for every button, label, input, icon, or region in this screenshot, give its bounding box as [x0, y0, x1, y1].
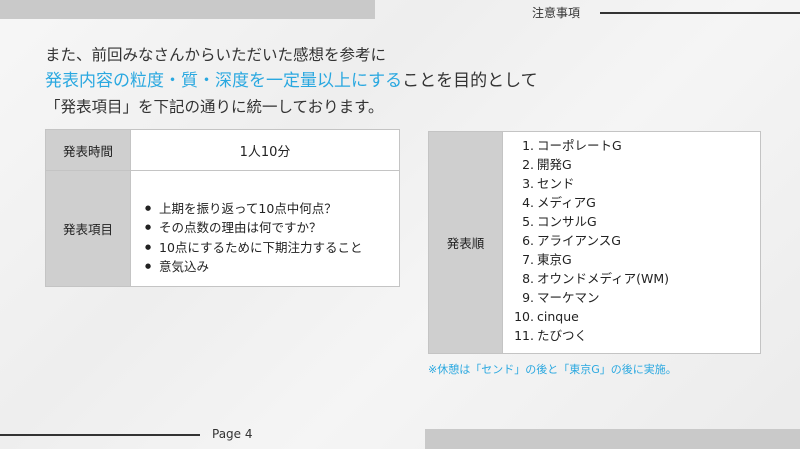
break-note: ※休憩は「センド」の後と「東京G」の後に実施。	[428, 363, 677, 376]
order-name: cinque	[537, 309, 579, 324]
header-label: 注意事項	[532, 6, 581, 20]
order-number: 5.	[522, 214, 534, 229]
list-item: 7. 東京G	[513, 250, 760, 269]
order-name: アライアンスG	[537, 233, 621, 248]
list-item: 6. アライアンスG	[513, 231, 760, 250]
list-item: 4. メディアG	[513, 193, 760, 212]
items-list: 上期を振り返って10点中何点？ その点数の理由は何ですか？ 10点にするために下…	[131, 181, 399, 277]
header-rule	[600, 12, 800, 14]
order-cell: 1. コーポレートG 2. 開発G 3. センド 4. メディアG 5. コンサルG 6.…	[502, 131, 761, 354]
details-table: 発表時間 1人10分 発表項目 上期を振り返って10点中何点？ その点数の理由は…	[45, 129, 400, 287]
order-name: マーケマン	[537, 290, 600, 305]
order-table: 発表順 1. コーポレートG 2. 開発G 3. センド 4. メディアG 5. コンサル…	[428, 131, 761, 354]
order-name: 開発G	[537, 157, 572, 172]
order-list: 1. コーポレートG 2. 開発G 3. センド 4. メディアG 5. コンサルG 6.…	[503, 132, 760, 345]
table-row: 発表時間 1人10分	[45, 129, 400, 171]
intro-text: また、前回みなさんからいただいた感想を参考に 発表内容の粒度・質・深度を一定量以…	[45, 42, 538, 120]
table-row: 発表項目 上期を振り返って10点中何点？ その点数の理由は何ですか？ 10点にす…	[45, 170, 400, 287]
intro-highlight: 発表内容の粒度・質・深度を一定量以上にする	[45, 71, 403, 91]
table-row: 発表順 1. コーポレートG 2. 開発G 3. センド 4. メディアG 5. コンサル…	[428, 131, 761, 354]
time-value: 1人10分	[130, 129, 400, 171]
order-number: 9.	[522, 290, 534, 305]
slide: 注意事項 また、前回みなさんからいただいた感想を参考に 発表内容の粒度・質・深度…	[0, 0, 800, 449]
items-cell: 上期を振り返って10点中何点？ その点数の理由は何ですか？ 10点にするために下…	[130, 170, 400, 287]
list-item: 1. コーポレートG	[513, 136, 760, 155]
items-header: 発表項目	[45, 170, 131, 287]
list-item: 11. たびつく	[513, 326, 760, 345]
order-name: オウンドメディア(WM)	[537, 271, 670, 286]
list-item: 上期を振り返って10点中何点？	[145, 199, 399, 219]
list-item: 2. 開発G	[513, 155, 760, 174]
footer-rule	[0, 434, 200, 436]
order-number: 4.	[522, 195, 534, 210]
order-number: 6.	[522, 233, 534, 248]
list-item: 9. マーケマン	[513, 288, 760, 307]
order-number: 10.	[514, 309, 534, 324]
list-item: 10点にするために下期注力すること	[145, 238, 399, 258]
intro-line-2-rest: ことを目的として	[402, 71, 538, 91]
page-number: Page 4	[212, 427, 253, 441]
order-header: 発表順	[428, 131, 503, 354]
intro-line-2: 発表内容の粒度・質・深度を一定量以上にすることを目的として	[45, 68, 538, 94]
top-decor-bar	[0, 0, 375, 19]
list-item: 3. センド	[513, 174, 760, 193]
order-name: たびつく	[537, 328, 588, 343]
order-number: 11.	[514, 328, 534, 343]
order-name: センド	[537, 176, 575, 191]
list-item: 10. cinque	[513, 307, 760, 326]
list-item: 5. コンサルG	[513, 212, 760, 231]
list-item: 意気込み	[145, 257, 399, 277]
list-item: その点数の理由は何ですか？	[145, 218, 399, 238]
list-item: 8. オウンドメディア(WM)	[513, 269, 760, 288]
intro-line-3: 「発表項目」を下記の通りに統一しております。	[45, 98, 384, 116]
bottom-decor-bar	[425, 429, 800, 449]
order-number: 8.	[522, 271, 534, 286]
order-number: 7.	[522, 252, 534, 267]
order-name: コーポレートG	[537, 138, 622, 153]
order-number: 1.	[522, 138, 534, 153]
time-header: 発表時間	[45, 129, 131, 171]
order-number: 2.	[522, 157, 534, 172]
order-name: コンサルG	[537, 214, 597, 229]
order-number: 3.	[522, 176, 534, 191]
order-name: メディアG	[537, 195, 596, 210]
intro-line-1: また、前回みなさんからいただいた感想を参考に	[45, 46, 387, 64]
order-name: 東京G	[537, 252, 572, 267]
